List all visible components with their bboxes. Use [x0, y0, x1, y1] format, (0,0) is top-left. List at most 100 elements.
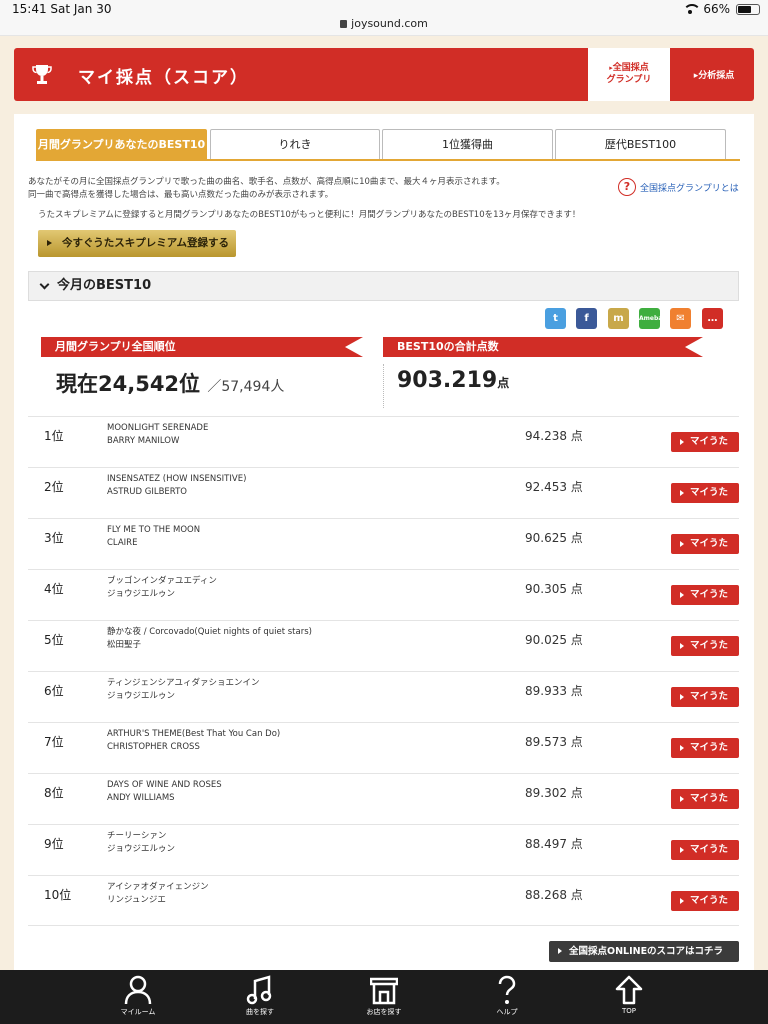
myuta-button[interactable]: マイうた [671, 585, 739, 605]
song-title: チーリーシァン [107, 831, 167, 841]
tab-alltime-best100[interactable]: 歴代BEST100 [555, 129, 726, 159]
rank-label: 4位 [44, 582, 64, 596]
premium-register-button[interactable]: 今すぐうたスキプレミアム登録する [38, 230, 236, 257]
battery-icon [736, 3, 760, 15]
myuta-label: マイうた [690, 793, 729, 804]
rank-total: ／57,494人 [207, 379, 285, 395]
song-artist: CHRISTOPHER CROSS [107, 742, 200, 752]
nav-top[interactable]: TOP [579, 970, 679, 1024]
song-title: MOONLIGHT SERENADE [107, 423, 209, 433]
myuta-label: マイうた [690, 640, 729, 651]
song-artist: ジョウジエルゥン [107, 589, 176, 599]
zenkoku-grandprix-link[interactable]: ▸全国採点 グランプリ [588, 48, 670, 101]
bunseki-link[interactable]: ▸分析採点 [674, 68, 754, 81]
online-button-label: 全国採点ONLINEのスコアはコチラ [569, 946, 724, 957]
song-artist: ジョウジエルゥン [107, 844, 176, 854]
zenkoku-label-1: 全国採点 [612, 63, 649, 73]
nav-label: お店を探す [366, 1008, 402, 1016]
nav-search-shop[interactable]: お店を探す [334, 970, 434, 1024]
total-score-label: BEST10の合計点数 [397, 340, 499, 353]
myuta-button[interactable]: マイうた [671, 891, 739, 911]
national-rank: 現在24,542位 ／57,494人 [56, 368, 284, 398]
myuta-label: マイうた [690, 436, 729, 447]
address-bar[interactable]: joysound.com [0, 17, 768, 30]
song-title: FLY ME TO THE MOON [107, 525, 201, 535]
myuta-button[interactable]: マイうた [671, 789, 739, 809]
song-info: アイシァオダァイェンジン リンジュンジエ [107, 881, 209, 907]
chevron-down-icon [39, 279, 50, 290]
myuta-button[interactable]: マイうた [671, 534, 739, 554]
facebook-icon[interactable]: f [576, 308, 597, 329]
rank-label: 5位 [44, 633, 64, 647]
lock-icon [340, 20, 348, 28]
nav-label: ヘルプ [496, 1008, 518, 1016]
message-icon[interactable]: … [702, 308, 723, 329]
music-note-icon [246, 975, 272, 1005]
mail-icon[interactable]: ✉ [670, 308, 691, 329]
tab-history[interactable]: りれき [210, 129, 380, 159]
table-row: 9位 チーリーシァン ジョウジエルゥン 88.497 点マイうた [28, 824, 739, 875]
rank-label: 10位 [44, 888, 72, 902]
rank-label: 7位 [44, 735, 64, 749]
total-score-ribbon: BEST10の合計点数 [383, 337, 703, 357]
ameba-icon[interactable]: Ameba [639, 308, 662, 329]
section-title: 今月のBEST10 [57, 278, 152, 293]
song-artist: ANDY WILLIAMS [107, 793, 175, 803]
wifi-icon [683, 4, 702, 14]
tab-bar: 月間グランプリあなたのBEST10 りれき 1位獲得曲 歴代BEST100 [36, 129, 740, 161]
myuta-label: マイうた [690, 895, 729, 906]
song-score: 89.933 点 [525, 684, 583, 698]
song-info: INSENSATEZ (HOW INSENSITIVE) ASTRUD GILBE… [107, 473, 246, 499]
song-artist: CLAIRE [107, 538, 138, 548]
bunseki-label: 分析採点 [698, 71, 735, 81]
ranking-ribbon: 月間グランプリ全国順位 [41, 337, 363, 357]
myuta-button[interactable]: マイうた [671, 687, 739, 707]
myuta-button[interactable]: マイうた [671, 840, 739, 860]
myuta-button[interactable]: マイうた [671, 432, 739, 452]
triangle-right-icon [680, 592, 684, 598]
mixi-icon[interactable]: m [608, 308, 629, 329]
myuta-label: マイうた [690, 742, 729, 753]
rank-label: 1位 [44, 429, 64, 443]
triangle-right-icon [680, 439, 684, 445]
rank-label: 8位 [44, 786, 64, 800]
table-row: 3位 FLY ME TO THE MOON CLAIRE 90.625 点マイうた [28, 518, 739, 569]
help-icon [498, 975, 516, 1004]
premium-button-label: 今すぐうたスキプレミアム登録する [62, 237, 230, 249]
tab-first-place[interactable]: 1位獲得曲 [382, 129, 553, 159]
nav-help[interactable]: ヘルプ [457, 970, 557, 1024]
nav-search-song[interactable]: 曲を探す [210, 970, 310, 1024]
myuta-button[interactable]: マイうた [671, 483, 739, 503]
myuta-button[interactable]: マイうた [671, 738, 739, 758]
table-row: 1位 MOONLIGHT SERENADE BARRY MANILOW 94.238 … [28, 416, 739, 467]
triangle-right-icon [680, 796, 684, 802]
twitter-icon[interactable]: t [545, 308, 566, 329]
triangle-right-icon [680, 694, 684, 700]
online-score-button[interactable]: 全国採点ONLINEのスコアはコチラ [549, 941, 739, 962]
song-info: DAYS OF WINE AND ROSES ANDY WILLIAMS [107, 779, 222, 805]
nav-label: マイルーム [120, 1008, 156, 1016]
table-row: 6位 ティンジェンシアユィダァショエンイン ジョウジエルゥン 89.933 点マイうた [28, 671, 739, 722]
section-best10-toggle[interactable]: 今月のBEST10 [28, 271, 739, 301]
myuta-button[interactable]: マイうた [671, 636, 739, 656]
song-score: 90.025 点 [525, 633, 583, 647]
grandprix-help-link[interactable]: ? 全国採点グランプリとは [618, 178, 739, 196]
song-artist: BARRY MANILOW [107, 436, 180, 446]
status-time: 15:41 Sat Jan 30 [12, 2, 112, 16]
song-title: INSENSATEZ (HOW INSENSITIVE) [107, 474, 247, 484]
song-score: 90.305 点 [525, 582, 583, 596]
song-info: 静かな夜 / Corcovado(Quiet nights of quiet s… [107, 626, 312, 652]
song-artist: 松田聖子 [107, 640, 142, 650]
nav-myroom[interactable]: マイルーム [88, 970, 188, 1024]
song-info: FLY ME TO THE MOON CLAIRE [107, 524, 200, 550]
main-panel: 月間グランプリあなたのBEST10 りれき 1位獲得曲 歴代BEST100 あな… [14, 114, 754, 974]
table-row: 5位 静かな夜 / Corcovado(Quiet nights of quiet… [28, 620, 739, 671]
table-row: 10位 アイシァオダァイェンジン リンジュンジエ 88.268 点マイうた [28, 875, 739, 926]
rank-label: 6位 [44, 684, 64, 698]
song-title: ARTHUR'S THEME(Best That You Can Do) [107, 729, 281, 739]
myuta-label: マイうた [690, 487, 729, 498]
url-text: joysound.com [351, 17, 428, 30]
song-info: ARTHUR'S THEME(Best That You Can Do) CHRI… [107, 728, 280, 754]
tab-best10[interactable]: 月間グランプリあなたのBEST10 [36, 129, 207, 159]
bottom-nav: マイルーム 曲を探す お店を探す ヘルプ TOP [0, 970, 768, 1024]
